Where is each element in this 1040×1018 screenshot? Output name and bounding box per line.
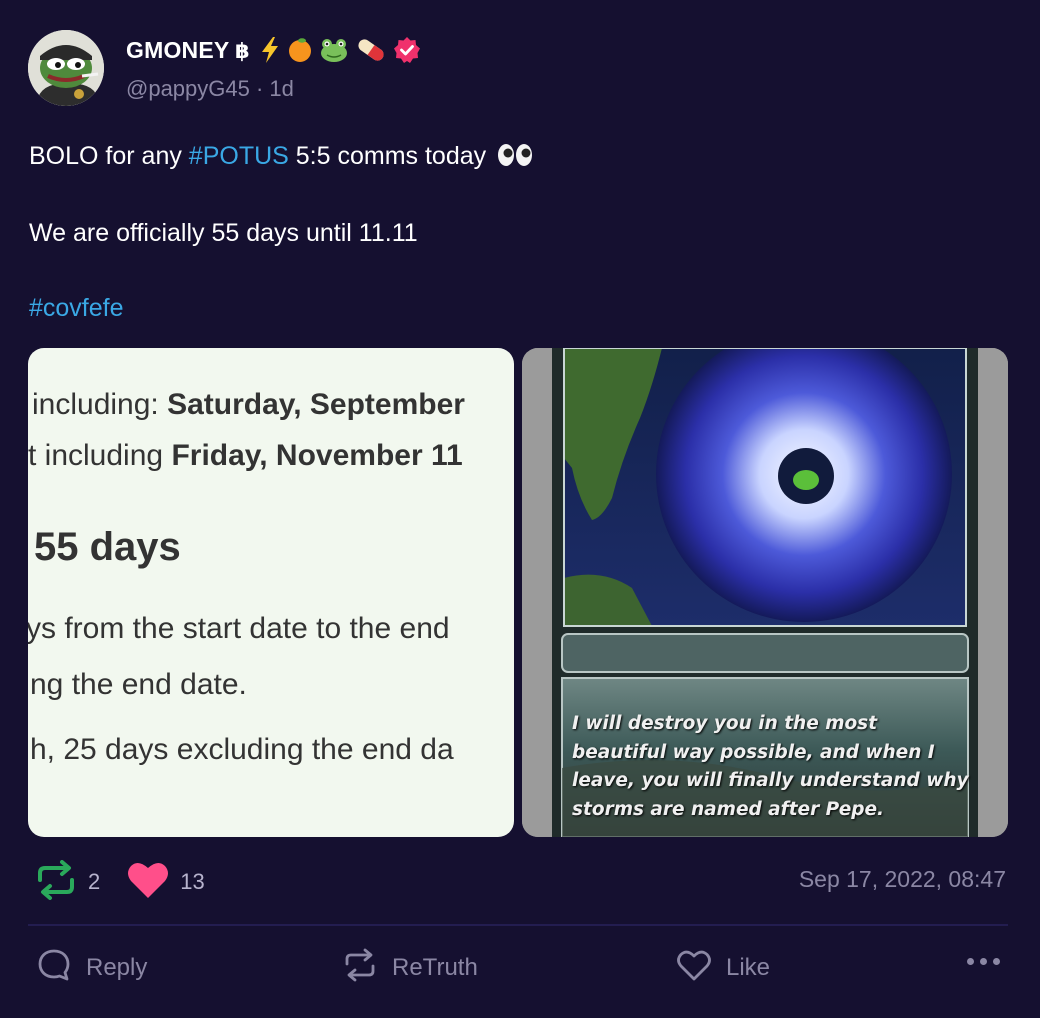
like-label: Like [726, 954, 771, 981]
retruth-label: ReTruth [392, 954, 478, 981]
svg-text:฿: ฿ [235, 39, 250, 62]
pepe-avatar-image [28, 30, 104, 106]
post-stats: 2 13 [34, 859, 231, 905]
more-dots-icon [993, 958, 1000, 965]
post-text-line-1: BOLO for any #POTUS 5:5 comms today [29, 141, 533, 175]
more-dots-icon [980, 958, 987, 965]
retruth-count: 2 [88, 869, 101, 894]
image-text-bold: Friday, November 11 [171, 439, 463, 472]
result-description-1: ys from the start date to the end [28, 612, 450, 645]
image-text-bold: Saturday, September [167, 388, 465, 421]
actions-divider [28, 924, 1008, 926]
image-text: t including [28, 439, 172, 472]
post-text-line-2: We are officially 55 days until 11.11 [29, 219, 418, 247]
result-heading: 55 days [34, 525, 181, 569]
author-avatar[interactable] [28, 30, 104, 106]
post-timestamp[interactable]: Sep 17, 2022, 08:47 [799, 866, 1006, 893]
author-handle-row: @pappyG45 · 1d [126, 76, 294, 102]
like-count: 13 [180, 869, 205, 894]
heart-outline-icon [676, 947, 712, 990]
reply-button[interactable]: Reply [36, 946, 147, 990]
retruth-count-icon[interactable] [34, 859, 78, 905]
pill-icon [355, 37, 387, 63]
eyes-icon [497, 142, 533, 175]
attached-image-date-calculator[interactable]: including: Saturday, September t includi… [28, 348, 514, 837]
post-age: · 1d [255, 76, 294, 101]
reply-bubble-icon [36, 947, 72, 990]
retruth-button[interactable]: ReTruth [342, 946, 478, 990]
author-display-name[interactable]: GMONEY [126, 37, 229, 64]
post-text-segment: BOLO for any [29, 142, 189, 170]
card-caption: I will destroy you in the most beautiful… [572, 713, 969, 820]
post-text-segment: 5:5 comms today [288, 142, 487, 170]
frog-icon [319, 37, 349, 63]
result-description-2: ng the end date. [30, 668, 247, 701]
hashtag-potus[interactable]: #POTUS [189, 142, 289, 170]
retruth-icon [342, 947, 378, 990]
date-line-start: including: Saturday, September [32, 388, 465, 422]
date-line-end: t including Friday, November 11 [28, 439, 463, 473]
more-dots-icon [967, 958, 974, 965]
author-handle[interactable]: @pappyG45 [126, 76, 250, 101]
bitcoin-baht-icon: ฿ [235, 38, 253, 62]
orange-icon [287, 37, 313, 63]
result-description-3: h, 25 days excluding the end da [30, 733, 454, 766]
attached-image-hurricane-card[interactable]: I will destroy you in the most beautiful… [522, 348, 1008, 837]
hashtag-covfefe[interactable]: #covfefe [29, 293, 124, 323]
author-name-row: GMONEY ฿ [126, 34, 421, 66]
reply-label: Reply [86, 954, 148, 981]
lightning-icon [259, 36, 281, 64]
more-options-button[interactable] [967, 958, 1000, 965]
image-text: including: [32, 388, 168, 421]
like-button[interactable]: Like [676, 946, 770, 990]
verified-badge-icon [393, 36, 421, 64]
heart-filled-icon[interactable] [126, 860, 170, 905]
